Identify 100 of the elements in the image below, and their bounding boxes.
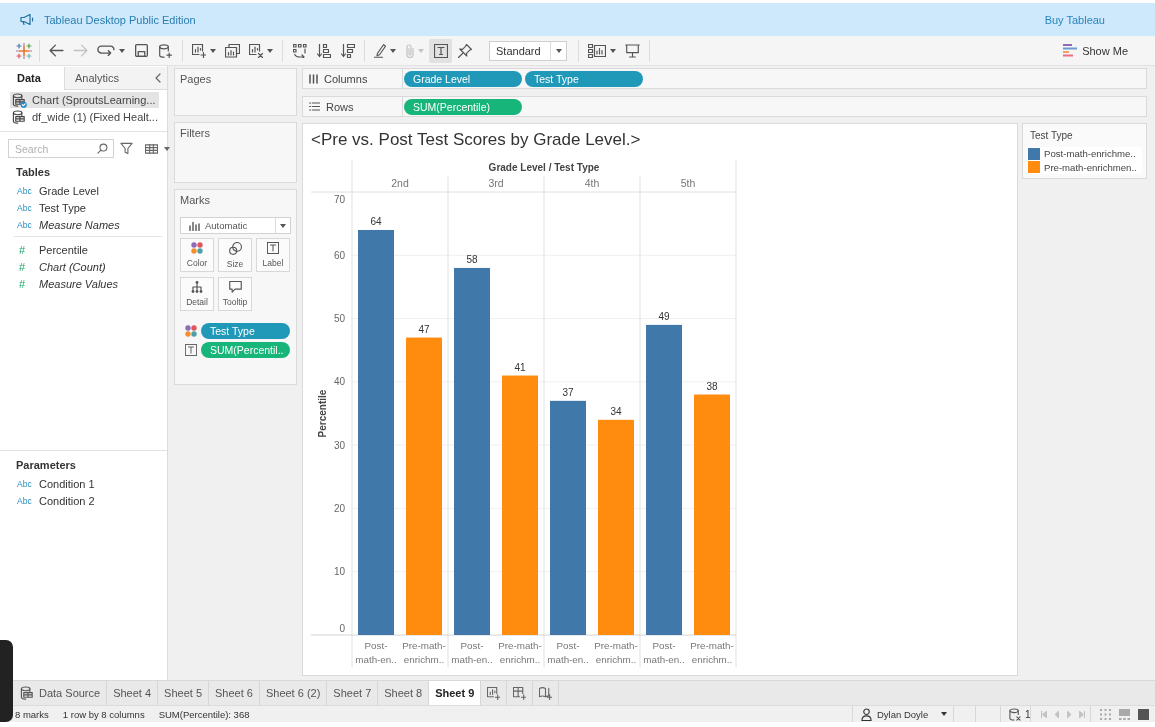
filter-icon[interactable] bbox=[120, 142, 133, 155]
field-name[interactable]: Grade Level bbox=[39, 184, 99, 197]
tree-dots-icon bbox=[191, 281, 203, 293]
paperclip-icon bbox=[405, 43, 414, 58]
value-label: 49 bbox=[658, 310, 670, 322]
sort-descending-icon bbox=[340, 43, 355, 58]
square-icon[interactable] bbox=[1138, 708, 1149, 720]
field-type-label: # bbox=[18, 243, 27, 256]
value-label: 64 bbox=[370, 215, 382, 227]
column-header: 3rd bbox=[488, 177, 504, 189]
table-size: 1 row by 8 columns bbox=[62, 707, 145, 722]
text-box-icon bbox=[267, 242, 279, 254]
legend-label: Pre-math-enrichmen.. bbox=[1044, 161, 1137, 173]
rows-icon bbox=[309, 102, 320, 111]
axis-tick-label: 50 bbox=[333, 313, 345, 325]
value-label: 41 bbox=[514, 361, 526, 373]
caret-icon[interactable] bbox=[164, 146, 170, 151]
columns-icon bbox=[309, 73, 318, 84]
chart-plus-icon bbox=[192, 43, 206, 58]
caret-icon bbox=[267, 48, 273, 53]
bar-label: Pre-math-enrichm.. bbox=[402, 640, 446, 665]
column-header: 4th bbox=[584, 177, 600, 189]
bar-label: Pre-math-enrichm.. bbox=[690, 640, 734, 665]
caret-icon bbox=[418, 48, 424, 53]
field-name[interactable]: Condition 2 bbox=[39, 494, 95, 507]
bar-label: Pre-math-enrichm.. bbox=[498, 640, 542, 665]
shelf-label: Rows bbox=[326, 100, 354, 113]
sum-summary: SUM(Percentile): 368 bbox=[158, 707, 250, 722]
mark-property-button[interactable]: Detail bbox=[180, 277, 214, 311]
user-menu[interactable]: Dylan Doyle bbox=[852, 706, 953, 722]
tableau-logo-icon bbox=[15, 42, 32, 59]
field-name[interactable]: Condition 1 bbox=[39, 477, 95, 490]
axis-title: Percentile bbox=[317, 389, 328, 438]
data-source-name: df_wide (1) (Fixed Healt... bbox=[32, 111, 158, 123]
axis-tick-label: 0 bbox=[339, 623, 345, 634]
show-me-button[interactable]: Show Me bbox=[1061, 42, 1130, 59]
color-dots-icon bbox=[191, 242, 203, 254]
column-header: 2nd bbox=[391, 177, 409, 189]
database-cross-icon bbox=[1009, 707, 1021, 721]
column-grid-icon[interactable] bbox=[145, 143, 158, 154]
color-dots-icon bbox=[185, 325, 197, 337]
search-field[interactable]: Search bbox=[8, 139, 114, 158]
mark-property-button[interactable]: Size bbox=[218, 238, 252, 272]
bar-label: Post-math-en.. bbox=[547, 640, 589, 665]
card-title: Filters bbox=[180, 127, 211, 139]
banner-title: Tableau Desktop Public Edition bbox=[44, 13, 196, 26]
axis-tick-label: 70 bbox=[333, 194, 345, 205]
user-icon bbox=[861, 707, 872, 721]
book-plus-icon bbox=[539, 686, 553, 700]
database-plus-icon bbox=[159, 43, 172, 58]
database-icon bbox=[12, 109, 27, 125]
field-name[interactable]: Measure Values bbox=[39, 277, 119, 290]
field-type-label: Abc bbox=[17, 202, 33, 213]
card-title: Marks bbox=[180, 194, 211, 206]
chart-plus-icon bbox=[487, 686, 501, 700]
bar-chart-icon bbox=[189, 220, 200, 231]
axis-tick-label: 20 bbox=[333, 502, 345, 514]
axis-tick-label: 40 bbox=[333, 376, 345, 388]
mark-property-button[interactable]: Color bbox=[180, 238, 214, 272]
value-label: 47 bbox=[418, 323, 430, 335]
field-type-label: # bbox=[18, 277, 27, 290]
mark-property-button[interactable]: Label bbox=[256, 238, 290, 272]
value-label: 38 bbox=[706, 380, 718, 392]
sheet-tab[interactable]: Sheet 9 bbox=[429, 681, 482, 705]
pane-tab[interactable]: Analytics bbox=[64, 67, 149, 90]
marks-count: 8 marks bbox=[15, 707, 49, 722]
field-name[interactable]: Chart (Count) bbox=[39, 260, 106, 273]
card-title: Pages bbox=[180, 73, 213, 85]
database-check-icon bbox=[12, 92, 27, 108]
field-type-label: # bbox=[18, 260, 27, 273]
bar-label: Pre-math-enrichm.. bbox=[594, 640, 638, 665]
mark-property-button[interactable]: Tooltip bbox=[218, 277, 252, 311]
data-source-item[interactable]: df_wide (1) (Fixed Healt... bbox=[10, 109, 159, 125]
database-icon bbox=[20, 685, 35, 701]
legend-label: Post-math-enrichme.. bbox=[1044, 148, 1136, 160]
field-type-label: Abc bbox=[17, 478, 33, 489]
column-header: 5th bbox=[680, 177, 696, 189]
circles-icon bbox=[228, 241, 242, 255]
data-source-count: 1 bbox=[1025, 708, 1031, 720]
field-name[interactable]: Percentile bbox=[39, 243, 88, 256]
search-icon bbox=[97, 143, 108, 154]
cards-icon bbox=[588, 43, 606, 58]
field-name[interactable]: Measure Names bbox=[39, 218, 120, 231]
bar-label: Post-math-en.. bbox=[451, 640, 493, 665]
value-label: 34 bbox=[610, 405, 622, 417]
chart-title: <Pre vs. Post Test Scores by Grade Level.> bbox=[311, 130, 641, 151]
show-labels-button[interactable] bbox=[429, 38, 452, 63]
caret-icon bbox=[610, 48, 616, 53]
speech-bubble-icon bbox=[228, 281, 242, 293]
fit-dropdown[interactable]: Standard bbox=[489, 40, 567, 61]
megaphone-icon bbox=[20, 14, 34, 25]
axis-tick-label: 10 bbox=[333, 566, 345, 578]
field-type-label: Abc bbox=[17, 185, 33, 196]
dot-grid-icon[interactable] bbox=[1100, 708, 1111, 720]
mark-type-dropdown[interactable]: Automatic bbox=[180, 217, 291, 234]
pen-icon bbox=[374, 43, 386, 58]
field-name[interactable]: Test Type bbox=[39, 201, 86, 214]
data-source-item[interactable]: Chart (SproutsLearning... bbox=[10, 92, 159, 108]
shelf-label: Columns bbox=[324, 72, 368, 85]
bar-label: Post-math-en.. bbox=[643, 640, 685, 665]
